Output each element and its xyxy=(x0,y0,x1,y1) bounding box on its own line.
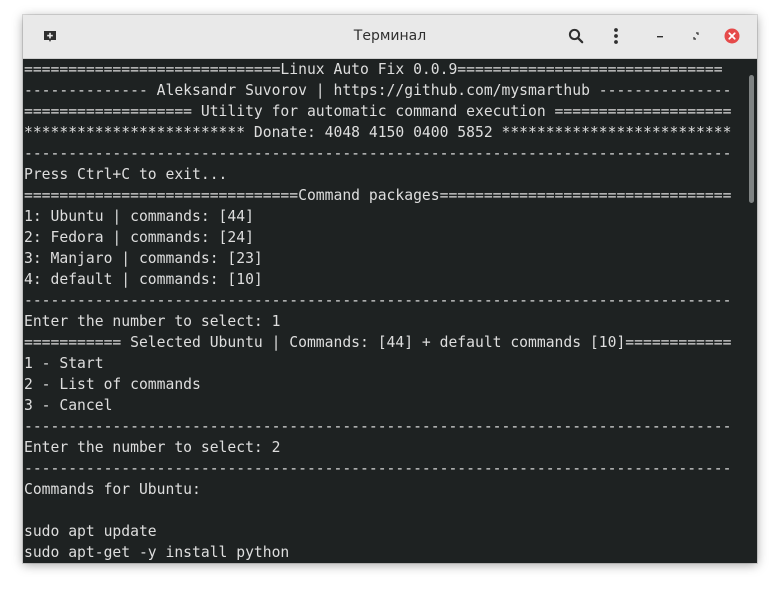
new-tab-button[interactable] xyxy=(36,23,64,49)
terminal-line: ----------------------------------------… xyxy=(24,145,732,162)
close-icon xyxy=(724,28,740,44)
terminal-line: Press Ctrl+C to exit... xyxy=(24,166,228,183)
terminal-line: =========== Selected Ubuntu | Commands: … xyxy=(24,334,732,351)
search-button[interactable] xyxy=(562,23,590,49)
restore-icon xyxy=(693,32,699,40)
terminal-line: 4: default | commands: [10] xyxy=(24,271,263,288)
terminal-line: 1 - Start xyxy=(24,355,104,372)
terminal-line: 2 - List of commands xyxy=(24,376,201,393)
new-tab-icon xyxy=(44,31,56,42)
close-button[interactable] xyxy=(718,23,746,49)
terminal-line: sudo apt update xyxy=(24,523,157,540)
kebab-menu-icon xyxy=(614,28,618,44)
terminal-line: sudo apt-get -y install python xyxy=(24,544,290,561)
terminal-line: ===============================Command p… xyxy=(24,187,732,204)
terminal-line: Enter the number to select: 1 xyxy=(24,313,281,330)
terminal-line: 3 - Cancel xyxy=(24,397,113,414)
terminal-line: 3: Manjaro | commands: [23] xyxy=(24,250,263,267)
search-icon xyxy=(568,28,584,44)
terminal-line: ----------------------------------------… xyxy=(24,418,732,435)
terminal-line: 1: Ubuntu | commands: [44] xyxy=(24,208,254,225)
terminal-line: ************************* Donate: 4048 4… xyxy=(24,124,732,141)
terminal-line: Commands for Ubuntu: xyxy=(24,481,201,498)
scrollbar-thumb[interactable] xyxy=(749,75,754,203)
terminal-line: -------------- Aleksandr Suvorov | https… xyxy=(24,82,732,99)
terminal-line: =============================Linux Auto … xyxy=(24,61,723,78)
terminal-line: =================== Utility for automati… xyxy=(24,103,732,120)
terminal-line: 2: Fedora | commands: [24] xyxy=(24,229,254,246)
minimize-icon xyxy=(657,36,663,38)
scrollbar[interactable] xyxy=(745,59,757,563)
minimize-button[interactable] xyxy=(646,23,674,49)
terminal-output[interactable]: =============================Linux Auto … xyxy=(23,59,745,563)
terminal-line: ----------------------------------------… xyxy=(24,460,732,477)
terminal-window: Терминал =============================Li… xyxy=(23,15,757,563)
titlebar: Терминал xyxy=(23,15,757,59)
terminal-line: Enter the number to select: 2 xyxy=(24,439,281,456)
menu-button[interactable] xyxy=(602,23,630,49)
restore-button[interactable] xyxy=(682,23,710,49)
terminal-line: ----------------------------------------… xyxy=(24,292,732,309)
